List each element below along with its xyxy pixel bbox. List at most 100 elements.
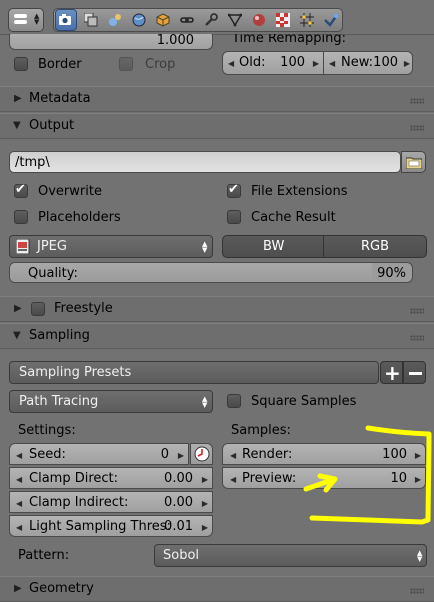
- object-icon[interactable]: [152, 9, 174, 31]
- geometry-panel-header[interactable]: ▶ Geometry: [0, 576, 434, 602]
- render-layers-icon[interactable]: [80, 9, 102, 31]
- square-samples-checkbox[interactable]: [227, 394, 241, 408]
- preview-samples-value: 10: [390, 471, 407, 486]
- freestyle-title: Freestyle: [54, 301, 113, 316]
- light-sampling-threshold-field[interactable]: ◀ Light Sampling Thres: 0.01 ▶: [9, 515, 213, 537]
- partial-value: 1.000: [156, 33, 194, 48]
- sampling-presets-label: Sampling Presets: [19, 365, 132, 380]
- clamp-direct-label: Clamp Direct:: [29, 471, 119, 486]
- drag-grip-icon[interactable]: [410, 308, 424, 314]
- sampling-title: Sampling: [29, 328, 90, 343]
- clamp-direct-value: 0.00: [164, 471, 193, 486]
- integrator-value: Path Tracing: [19, 394, 99, 409]
- increment-arrow-icon[interactable]: ▶: [415, 475, 421, 484]
- increment-arrow-icon[interactable]: ▶: [202, 523, 208, 532]
- overwrite-checkbox[interactable]: [14, 182, 28, 198]
- pattern-label: Pattern:: [18, 548, 70, 563]
- decrement-arrow-icon[interactable]: ◀: [230, 475, 236, 484]
- clamp-indirect-value: 0.00: [164, 495, 193, 510]
- clock-icon: [194, 446, 210, 462]
- clamp-direct-field[interactable]: ◀ Clamp Direct: 0.00 ▶: [9, 467, 213, 489]
- animated-seed-button[interactable]: [190, 443, 213, 465]
- chevron-updown-icon: ▲ ▼: [202, 240, 208, 254]
- seed-field[interactable]: ◀ Seed: 0 ▶: [9, 443, 189, 465]
- remove-preset-button[interactable]: [403, 361, 426, 384]
- metadata-panel-header[interactable]: ▶ Metadata: [0, 86, 434, 112]
- square-samples-label: Square Samples: [251, 394, 357, 409]
- constraints-icon[interactable]: [176, 9, 198, 31]
- output-path-value: /tmp\: [15, 155, 50, 170]
- preview-samples-field[interactable]: ◀ Preview: 10 ▶: [222, 467, 426, 489]
- metadata-title: Metadata: [29, 91, 91, 106]
- increment-arrow-icon[interactable]: ▶: [202, 499, 208, 508]
- placeholders-checkbox[interactable]: [14, 210, 28, 224]
- drag-grip-icon[interactable]: [410, 588, 424, 594]
- new-label: New:: [341, 55, 374, 70]
- decrement-arrow-icon[interactable]: ◀: [16, 475, 22, 484]
- crop-checkbox[interactable]: [119, 57, 133, 71]
- old-field[interactable]: ◀ Old: 100 ▶: [222, 51, 323, 75]
- new-field[interactable]: ◀ New: 100 ▶: [324, 51, 413, 75]
- clamp-indirect-label: Clamp Indirect:: [29, 495, 129, 510]
- integrator-dropdown[interactable]: Path Tracing ▲ ▼: [9, 390, 213, 413]
- file-extensions-checkbox[interactable]: [227, 182, 241, 198]
- file-format-dropdown[interactable]: JPEG ▲ ▼: [9, 235, 213, 258]
- border-checkbox[interactable]: [14, 57, 28, 71]
- decrement-arrow-icon[interactable]: ◀: [16, 451, 22, 460]
- bw-label: BW: [263, 239, 285, 254]
- settings-label: Settings:: [18, 423, 76, 438]
- data-icon[interactable]: [224, 9, 246, 31]
- browse-folder-button[interactable]: [401, 151, 426, 173]
- modifiers-icon[interactable]: [200, 9, 222, 31]
- world-icon[interactable]: [128, 9, 150, 31]
- freestyle-checkbox[interactable]: [31, 302, 45, 316]
- scene-icon[interactable]: [104, 9, 126, 31]
- drag-grip-icon[interactable]: [410, 98, 424, 104]
- render-samples-label: Render:: [242, 447, 293, 462]
- add-preset-button[interactable]: +: [380, 361, 403, 385]
- properties-header: ▲ ▼: [0, 0, 434, 35]
- crop-label: Crop: [145, 57, 176, 72]
- render-samples-field[interactable]: ◀ Render: 100 ▶: [222, 443, 426, 465]
- quality-slider[interactable]: Quality: 90%: [9, 262, 413, 283]
- cache-result-checkbox[interactable]: [227, 210, 241, 224]
- output-path-input[interactable]: /tmp\: [9, 151, 401, 173]
- drag-grip-icon[interactable]: [410, 125, 424, 131]
- cache-result-label: Cache Result: [251, 210, 336, 225]
- drag-grip-icon[interactable]: [410, 335, 424, 341]
- quality-label: Quality:: [28, 266, 78, 281]
- file-extensions-label: File Extensions: [251, 184, 348, 199]
- decrement-arrow-icon[interactable]: ◀: [230, 451, 236, 460]
- color-mode-bw-button[interactable]: BW: [222, 235, 324, 258]
- decrement-arrow-icon[interactable]: ◀: [16, 523, 22, 532]
- sampling-panel-header[interactable]: ▼ Sampling: [0, 323, 434, 349]
- color-mode-rgb-button[interactable]: RGB: [323, 235, 427, 258]
- increment-arrow-icon[interactable]: ▶: [202, 475, 208, 484]
- render-icon[interactable]: [55, 9, 77, 31]
- output-panel-header[interactable]: ▼ Output: [0, 113, 434, 139]
- decrement-arrow-icon[interactable]: ◀: [329, 59, 335, 68]
- clamp-indirect-field[interactable]: ◀ Clamp Indirect: 0.00 ▶: [9, 491, 213, 513]
- sampling-presets-dropdown[interactable]: Sampling Presets: [9, 361, 379, 384]
- increment-arrow-icon[interactable]: ▶: [313, 59, 319, 68]
- increment-arrow-icon[interactable]: ▶: [178, 451, 184, 460]
- decrement-arrow-icon[interactable]: ◀: [16, 499, 22, 508]
- expand-triangle-icon: ▶: [14, 303, 22, 314]
- minus-icon: [409, 372, 422, 375]
- texture-icon[interactable]: [272, 9, 294, 31]
- preview-samples-label: Preview:: [242, 471, 297, 486]
- seed-label: Seed:: [29, 447, 66, 462]
- border-label: Border: [38, 57, 82, 72]
- physics-icon[interactable]: [320, 9, 342, 31]
- image-file-icon: [16, 239, 30, 254]
- increment-arrow-icon[interactable]: ▶: [404, 59, 410, 68]
- increment-arrow-icon[interactable]: ▶: [415, 451, 421, 460]
- old-value: 100: [280, 55, 305, 70]
- particles-icon[interactable]: [296, 9, 318, 31]
- freestyle-panel-header[interactable]: ▶ Freestyle: [0, 296, 434, 322]
- file-format-value: JPEG: [37, 239, 67, 254]
- decrement-arrow-icon[interactable]: ◀: [228, 59, 234, 68]
- pattern-dropdown[interactable]: Sobol ▲ ▼: [154, 544, 427, 567]
- material-icon[interactable]: [248, 9, 270, 31]
- editor-type-button[interactable]: ▲ ▼: [8, 8, 44, 32]
